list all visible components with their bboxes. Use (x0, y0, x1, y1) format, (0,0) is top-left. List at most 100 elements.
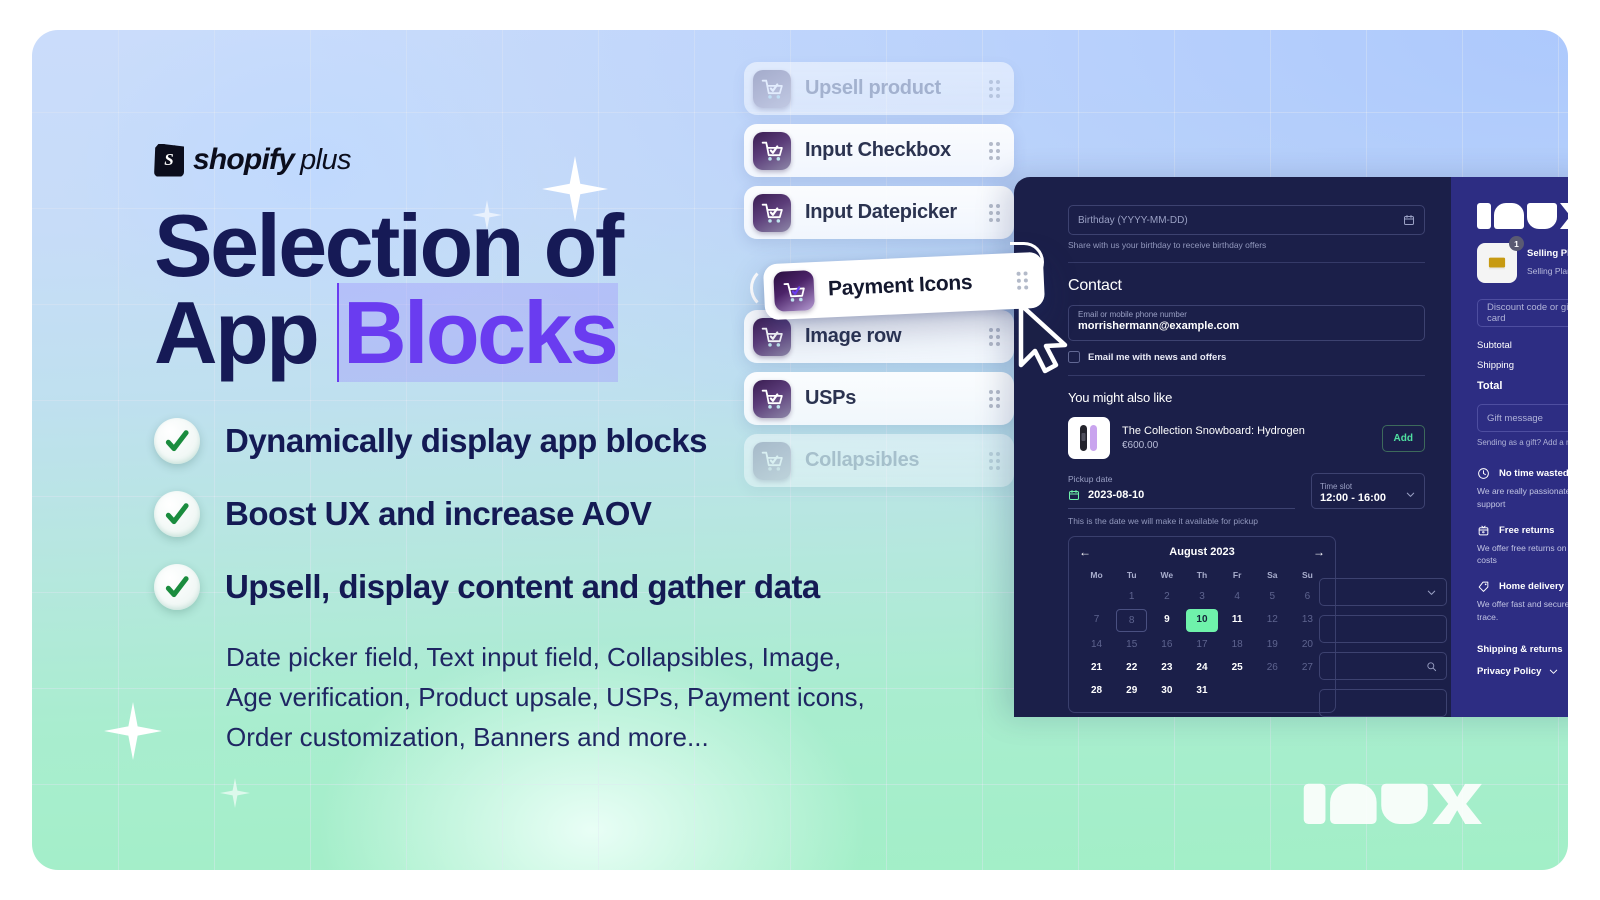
calendar-day-today[interactable]: 8 (1116, 609, 1148, 632)
cart-check-icon (753, 69, 791, 108)
calendar-day (1257, 680, 1288, 701)
chevron-down-icon[interactable] (1548, 666, 1559, 677)
drag-handle-icon[interactable] (989, 451, 1000, 470)
birthday-field[interactable]: Birthday (YYYY-MM-DD) (1068, 205, 1425, 235)
summary-row-total: Total (1477, 380, 1503, 392)
clock-icon (1477, 467, 1490, 480)
calendar-day[interactable]: 7 (1081, 609, 1112, 632)
calendar-day-selected[interactable]: 10 (1186, 609, 1218, 632)
calendar-day[interactable]: 17 (1186, 634, 1217, 655)
calendar-day[interactable]: 19 (1257, 634, 1288, 655)
app-block-card-usps[interactable]: USPs (744, 372, 1014, 425)
email-field-value: morrishermann@example.com (1078, 320, 1240, 332)
email-field[interactable]: Email or mobile phone number morrisherma… (1068, 305, 1425, 341)
pickup-row: Pickup date 2023-08-10 Time slot 12:00 -… (1068, 473, 1425, 509)
snowboard-icon (1068, 417, 1110, 459)
subcopy-line: Order customization, Banners and more... (226, 722, 709, 753)
search-icon[interactable] (1426, 661, 1437, 672)
cart-check-icon (753, 441, 791, 480)
birthday-placeholder: Birthday (YYYY-MM-DD) (1078, 214, 1188, 226)
shopify-bag-icon (154, 143, 184, 177)
calendar-day[interactable]: 9 (1151, 609, 1182, 632)
calendar-day[interactable]: 25 (1222, 657, 1253, 678)
usp-body: We offer fast and secure home trace. (1477, 599, 1568, 622)
list-item: Upsell, display content and gather data (154, 564, 1014, 611)
calendar-day[interactable]: 11 (1222, 609, 1253, 632)
list-item-label: Boost UX and increase AOV (225, 495, 652, 533)
drag-handle-icon[interactable] (989, 141, 1000, 160)
arrow-left-icon[interactable]: ← (1079, 546, 1091, 558)
email-field-label: Email or mobile phone number (1078, 310, 1187, 319)
inux-watermark-logo (1303, 783, 1482, 824)
app-block-card-collapsibles[interactable]: Collapsibles (744, 434, 1014, 487)
chevron-down-icon[interactable] (1426, 587, 1437, 598)
inux-logo (1477, 203, 1568, 229)
calendar-day[interactable]: 2 (1151, 586, 1182, 607)
cart-check-icon (753, 131, 791, 170)
summary-row-shipping: Shipping (1477, 360, 1514, 371)
pickup-date-value: 2023-08-10 (1088, 489, 1145, 501)
pickup-date-field[interactable]: Pickup date 2023-08-10 (1068, 474, 1295, 509)
calendar-grid: Mo Tu We Th Fr Sa Su 1 2 3 4 5 6 7 8 9 1… (1079, 566, 1325, 702)
time-slot-select[interactable]: Time slot 12:00 - 16:00 (1311, 473, 1425, 509)
logo-plus-word: plus (300, 143, 351, 176)
chevron-down-icon[interactable] (1405, 487, 1416, 505)
calendar-dow: Mo (1090, 570, 1103, 580)
time-slot-value: 12:00 - 16:00 (1320, 492, 1387, 504)
drag-handle-icon[interactable] (989, 203, 1000, 222)
gift-message-helper: Sending as a gift? Add a message t (1477, 438, 1568, 447)
check-icon (154, 418, 200, 465)
calendar-day[interactable]: 21 (1081, 657, 1112, 678)
date-picker-calendar[interactable]: ← August 2023 → Mo Tu We Th Fr Sa Su 1 2… (1068, 536, 1336, 713)
mouse-pointer-icon (1015, 302, 1071, 379)
calendar-month-label: August 2023 (1169, 546, 1235, 558)
newsletter-checkbox-row[interactable]: Email me with news and offers (1068, 351, 1425, 363)
headline-highlight: Blocks (339, 283, 619, 383)
calendar-day[interactable]: 28 (1081, 680, 1112, 701)
calendar-day[interactable]: 5 (1257, 586, 1288, 607)
calendar-day[interactable]: 18 (1222, 634, 1253, 655)
calendar-day[interactable]: 12 (1257, 609, 1288, 632)
usp-item-no-time-wasted: No time wasted We are really passionate … (1477, 467, 1568, 511)
calendar-day[interactable]: 1 (1116, 586, 1147, 607)
calendar-icon[interactable] (1403, 214, 1415, 226)
summary-product-name: Selling Plans Ski W (1527, 248, 1568, 259)
calendar-day[interactable]: 31 (1186, 680, 1217, 701)
calendar-day[interactable]: 4 (1222, 586, 1253, 607)
app-block-card-input-datepicker[interactable]: Input Datepicker (744, 186, 1014, 239)
calendar-day[interactable]: 15 (1116, 634, 1147, 655)
calendar-day[interactable]: 29 (1116, 680, 1147, 701)
calendar-day[interactable]: 26 (1257, 657, 1288, 678)
text-field[interactable] (1319, 615, 1447, 643)
newsletter-checkbox-label: Email me with news and offers (1088, 351, 1227, 363)
calendar-day[interactable]: 3 (1186, 586, 1217, 607)
calendar-day[interactable]: 14 (1081, 634, 1112, 655)
drag-handle-icon[interactable] (989, 79, 1000, 98)
calendar-day[interactable]: 24 (1186, 657, 1217, 678)
app-block-card-input-checkbox[interactable]: Input Checkbox (744, 124, 1014, 177)
collapsible-label: Shipping & returns (1477, 643, 1563, 655)
check-icon (154, 491, 200, 538)
drag-handle-icon[interactable] (989, 389, 1000, 408)
calendar-day[interactable]: 30 (1151, 680, 1182, 701)
app-block-card-upsell-product[interactable]: Upsell product (744, 62, 1014, 115)
birthday-helper-text: Share with us your birthday to receive b… (1068, 240, 1267, 250)
text-field[interactable] (1319, 689, 1447, 717)
drag-handle-icon[interactable] (989, 327, 1000, 346)
gift-message-field[interactable]: Gift message (1477, 404, 1568, 432)
list-item-label: Upsell, display content and gather data (225, 568, 820, 606)
extra-fields-column (1319, 569, 1447, 717)
add-product-button[interactable]: Add (1381, 424, 1425, 452)
calendar-day[interactable]: 22 (1116, 657, 1147, 678)
collapsible-shipping-returns[interactable]: Shipping & returns (1477, 644, 1568, 655)
divider (1068, 262, 1425, 263)
calendar-day[interactable]: 16 (1151, 634, 1182, 655)
arrow-right-icon[interactable]: → (1313, 546, 1325, 558)
summary-product-row: 1 Selling Plans Ski W Selling Plans Ski … (1477, 236, 1568, 283)
search-field[interactable] (1319, 652, 1447, 680)
calendar-day[interactable]: 23 (1151, 657, 1182, 678)
select-field[interactable] (1319, 578, 1447, 606)
quantity-badge: 1 (1509, 236, 1524, 251)
collapsible-privacy-policy[interactable]: Privacy Policy (1477, 666, 1568, 677)
discount-code-field[interactable]: Discount code or gift card (1477, 299, 1568, 327)
